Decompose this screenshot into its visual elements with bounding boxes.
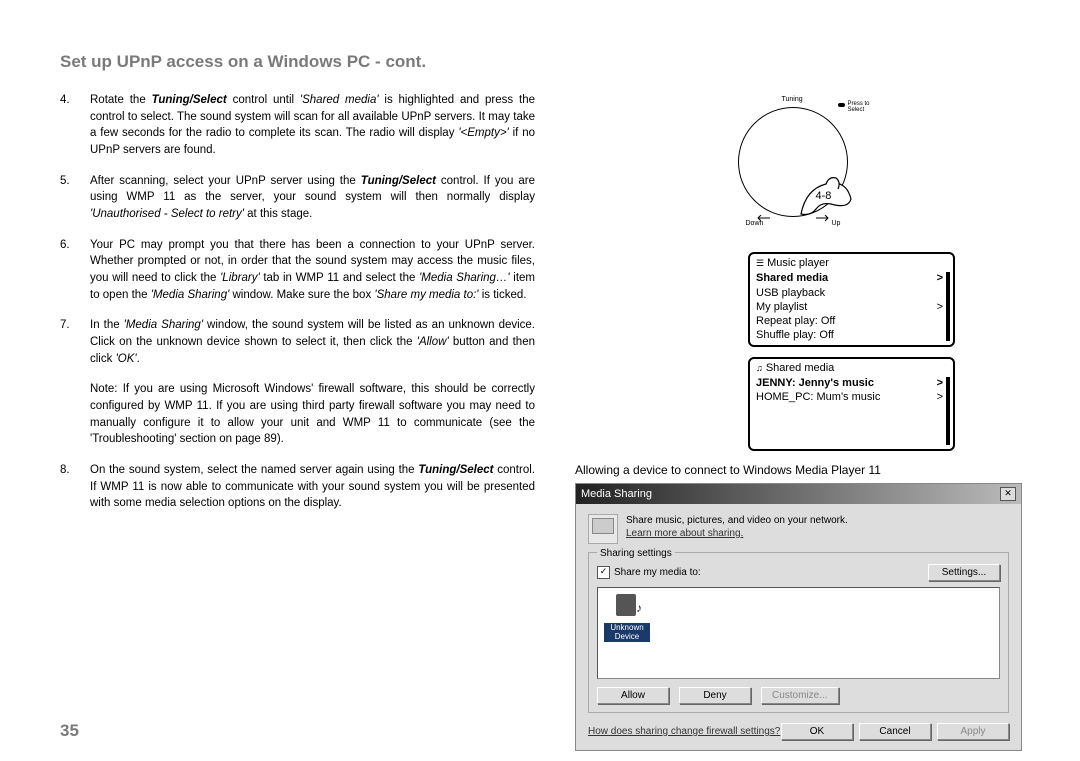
unknown-device[interactable]: Unknown Device — [604, 594, 650, 643]
lcd-menu-item: JENNY: Jenny's music> — [756, 376, 949, 390]
tuning-dial-diagram: Tuning Press to Select Down Up 4-8 — [575, 92, 1020, 247]
lcd-shared-media: ♫ Shared media JENNY: Jenny's music>HOME… — [748, 357, 955, 451]
screenshot-caption: Allowing a device to connect to Windows … — [575, 463, 1020, 477]
lcd-menu-item: Shuffle play: Off — [756, 328, 949, 342]
note-text: Note: If you are using Microsoft Windows… — [90, 381, 535, 448]
lcd-music-player: ☰ Music player Shared media>USB playback… — [748, 252, 955, 347]
learn-more-link[interactable]: Learn more about sharing. — [626, 527, 848, 540]
firewall-link[interactable]: How does sharing change firewall setting… — [588, 726, 780, 737]
lcd-menu-item: Shared media> — [756, 271, 949, 285]
instruction-step: 6.Your PC may prompt you that there has … — [60, 237, 535, 304]
page-title: Set up UPnP access on a Windows PC - con… — [60, 52, 1042, 72]
lcd-menu-item: HOME_PC: Mum's music> — [756, 390, 949, 404]
instruction-step: 7.In the 'Media Sharing' window, the sou… — [60, 317, 535, 367]
illustration-column: Tuning Press to Select Down Up 4-8 ☰ Mus… — [575, 92, 1020, 751]
device-icon — [612, 594, 642, 622]
instruction-step: 8.On the sound system, select the named … — [60, 462, 535, 512]
cancel-button[interactable]: Cancel — [859, 723, 931, 740]
instruction-step: 5.After scanning, select your UPnP serve… — [60, 173, 535, 223]
customize-button[interactable]: Customize... — [761, 687, 839, 704]
lcd-menu-item: USB playback — [756, 286, 949, 300]
allow-button[interactable]: Allow — [597, 687, 669, 704]
sharing-icon — [588, 514, 618, 544]
lcd-menu-item: Repeat play: Off — [756, 314, 949, 328]
dialog-title: Media Sharing — [581, 488, 652, 500]
fieldset-legend: Sharing settings — [597, 548, 675, 559]
page-number: 35 — [60, 721, 79, 741]
instructions-column: 4.Rotate the Tuning/Select control until… — [60, 92, 535, 751]
instruction-step: 4.Rotate the Tuning/Select control until… — [60, 92, 535, 159]
ok-button[interactable]: OK — [781, 723, 853, 740]
lcd-menu-item: My playlist> — [756, 300, 949, 314]
share-media-checkbox[interactable]: ✓Share my media to: — [597, 566, 701, 579]
dialog-description: Share music, pictures, and video on your… — [626, 514, 848, 527]
deny-button[interactable]: Deny — [679, 687, 751, 704]
apply-button[interactable]: Apply — [937, 723, 1009, 740]
media-sharing-dialog: Media Sharing ✕ Share music, pictures, a… — [575, 483, 1022, 751]
device-list[interactable]: Unknown Device — [597, 587, 1000, 679]
close-icon[interactable]: ✕ — [1000, 487, 1016, 501]
settings-button[interactable]: Settings... — [928, 564, 1000, 581]
